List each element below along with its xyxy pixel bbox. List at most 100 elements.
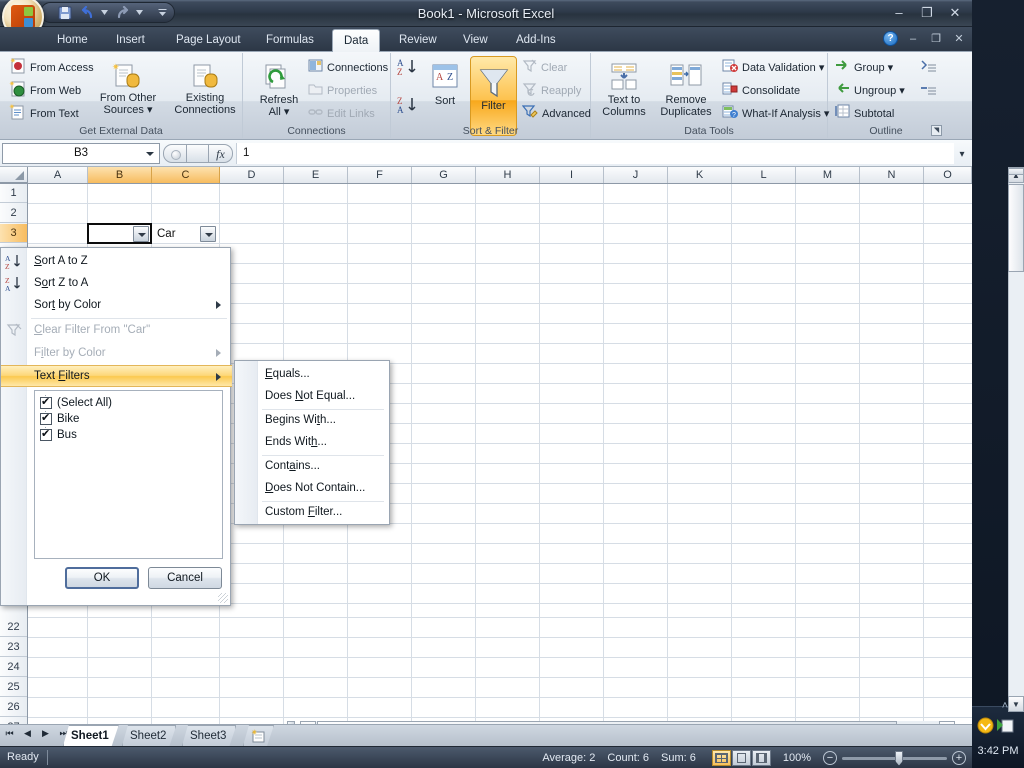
column-header-c[interactable]: C (152, 167, 220, 183)
zoom-in-icon[interactable]: + (952, 751, 966, 765)
remove-duplicates-button[interactable]: Remove Duplicates (655, 59, 717, 118)
column-header-f[interactable]: F (348, 167, 412, 183)
column-header-l[interactable]: L (732, 167, 796, 183)
outline-dialog-launcher-icon[interactable]: ◥ (931, 125, 942, 136)
column-header-i[interactable]: I (540, 167, 604, 183)
next-sheet-button[interactable]: ▶ (39, 728, 52, 739)
checkbox-select-all[interactable] (40, 395, 52, 409)
column-header-k[interactable]: K (668, 167, 732, 183)
resize-grip-icon[interactable] (218, 593, 228, 603)
submenu-item-begins-with[interactable]: Begins With... (235, 410, 391, 432)
submenu-item-does-not-equal[interactable]: Does Not Equal... (235, 386, 391, 408)
column-header-e[interactable]: E (284, 167, 348, 183)
select-all-button[interactable] (0, 167, 28, 183)
filter-button[interactable]: Filter (470, 56, 517, 136)
sheet-tab-sheet3[interactable]: Sheet3 (182, 725, 236, 746)
undo-icon[interactable] (77, 4, 97, 21)
first-sheet-button[interactable]: ⏮ (3, 728, 16, 739)
tab-add-ins[interactable]: Add-Ins (505, 29, 567, 52)
submenu-item-does-not-contain[interactable]: Does Not Contain... (235, 478, 391, 500)
minimize-window-button[interactable]: – (888, 3, 910, 21)
name-box[interactable]: B3 (2, 142, 160, 164)
expand-formula-bar-icon[interactable]: ▾ (954, 145, 970, 162)
column-header-m[interactable]: M (796, 167, 860, 183)
name-box-dropdown-icon[interactable] (146, 151, 154, 156)
consolidate-button[interactable]: Consolidate (719, 80, 803, 101)
sort-button[interactable]: AZ Sort (424, 60, 466, 107)
connections-button[interactable]: Connections (305, 57, 391, 78)
column-header-a[interactable]: A (28, 167, 88, 183)
refresh-all-button[interactable]: Refresh All ▾ (251, 59, 307, 118)
properties-button[interactable]: Properties (305, 80, 380, 101)
column-header-n[interactable]: N (860, 167, 924, 183)
insert-function-icon[interactable]: fx (209, 143, 233, 163)
submenu-item-custom-filter[interactable]: Custom Filter... (235, 502, 391, 524)
tab-home[interactable]: Home (46, 29, 99, 52)
data-validation-button[interactable]: Data Validation ▾ (719, 57, 827, 78)
tab-data[interactable]: Data (332, 29, 381, 52)
row-header-2[interactable]: 2 (0, 204, 27, 223)
formula-input[interactable]: 1 (236, 142, 954, 164)
shield-icon[interactable] (977, 717, 994, 734)
minimize-workbook-button[interactable]: – (905, 33, 921, 45)
tab-page-layout[interactable]: Page Layout (165, 29, 252, 52)
list-item[interactable]: Bike (35, 411, 222, 427)
filter-value-list[interactable]: (Select All) Bike Bus (34, 390, 223, 559)
vertical-scrollbar[interactable]: ▲ ▼ (1008, 167, 1024, 712)
customize-quick-access-toolbar-icon[interactable] (156, 4, 168, 21)
submenu-item-contains[interactable]: Contains... (235, 456, 391, 478)
from-text-button[interactable]: ✷ From Text (6, 103, 82, 124)
hide-detail-button[interactable] (920, 81, 937, 102)
column-header-o[interactable]: O (924, 167, 972, 183)
save-icon[interactable] (55, 4, 75, 21)
menu-item-filter-by-color[interactable]: Filter by Color (1, 342, 232, 364)
row-header-3[interactable]: 3 (0, 224, 27, 243)
ok-button[interactable]: OK (65, 567, 139, 589)
vertical-scroll-thumb[interactable] (1008, 184, 1024, 272)
group-button[interactable]: Group ▾ (832, 57, 896, 78)
column-header-d[interactable]: D (220, 167, 284, 183)
network-icon[interactable] (997, 717, 1014, 734)
tab-review[interactable]: Review (388, 29, 448, 52)
restore-window-button[interactable]: ❐ (916, 3, 938, 21)
list-item[interactable]: (Select All) (35, 395, 222, 411)
list-item[interactable]: Bus (35, 427, 222, 443)
taskbar-clock[interactable]: 3:42 PM (972, 745, 1024, 757)
previous-sheet-button[interactable]: ◀ (21, 728, 34, 739)
normal-view-icon[interactable] (711, 750, 731, 766)
zoom-slider[interactable]: − + (823, 750, 966, 766)
row-header-25[interactable]: 25 (0, 678, 27, 697)
from-web-button[interactable]: ✷ From Web (6, 80, 84, 101)
from-other-sources-button[interactable]: ✷ From Other Sources ▾ (93, 59, 163, 116)
from-access-button[interactable]: ✷ From Access (6, 57, 97, 78)
ungroup-button[interactable]: Ungroup ▾ (832, 80, 908, 101)
restore-workbook-button[interactable]: ❐ (928, 32, 944, 45)
enter-formula-button[interactable] (187, 143, 209, 163)
text-to-columns-button[interactable]: Text to Columns (595, 59, 653, 118)
menu-item-text-filters[interactable]: Text Filters (1, 365, 232, 387)
row-header-24[interactable]: 24 (0, 658, 27, 677)
what-if-analysis-button[interactable]: ? What-If Analysis ▾ (719, 103, 832, 124)
undo-dropdown-icon[interactable] (99, 4, 110, 21)
sheet-tab-sheet2[interactable]: Sheet2 (122, 725, 176, 746)
redo-icon[interactable] (112, 4, 132, 21)
help-icon[interactable]: ? (883, 31, 898, 46)
vertical-split-box[interactable] (1008, 168, 1024, 175)
zoom-thumb[interactable] (895, 750, 903, 766)
checkbox-bus[interactable] (40, 427, 52, 441)
tab-insert[interactable]: Insert (105, 29, 156, 52)
reapply-button[interactable]: Reapply (519, 80, 584, 101)
show-detail-button[interactable] (920, 58, 937, 79)
scroll-down-button[interactable]: ▼ (1008, 696, 1024, 712)
row-header-26[interactable]: 26 (0, 698, 27, 717)
filter-dropdown-b3[interactable] (133, 226, 149, 242)
clear-filter-button[interactable]: Clear (519, 57, 570, 78)
cancel-formula-button[interactable] (163, 143, 187, 163)
redo-dropdown-icon[interactable] (134, 4, 145, 21)
subtotal-button[interactable]: Subtotal (832, 103, 897, 124)
zoom-out-icon[interactable]: − (823, 751, 837, 765)
existing-connections-button[interactable]: Existing Connections (170, 59, 240, 116)
edit-links-button[interactable]: Edit Links (305, 103, 378, 124)
submenu-item-equals[interactable]: Equals... (235, 364, 391, 386)
menu-item-sort-z-to-a[interactable]: ZA Sort Z to A (1, 272, 232, 294)
